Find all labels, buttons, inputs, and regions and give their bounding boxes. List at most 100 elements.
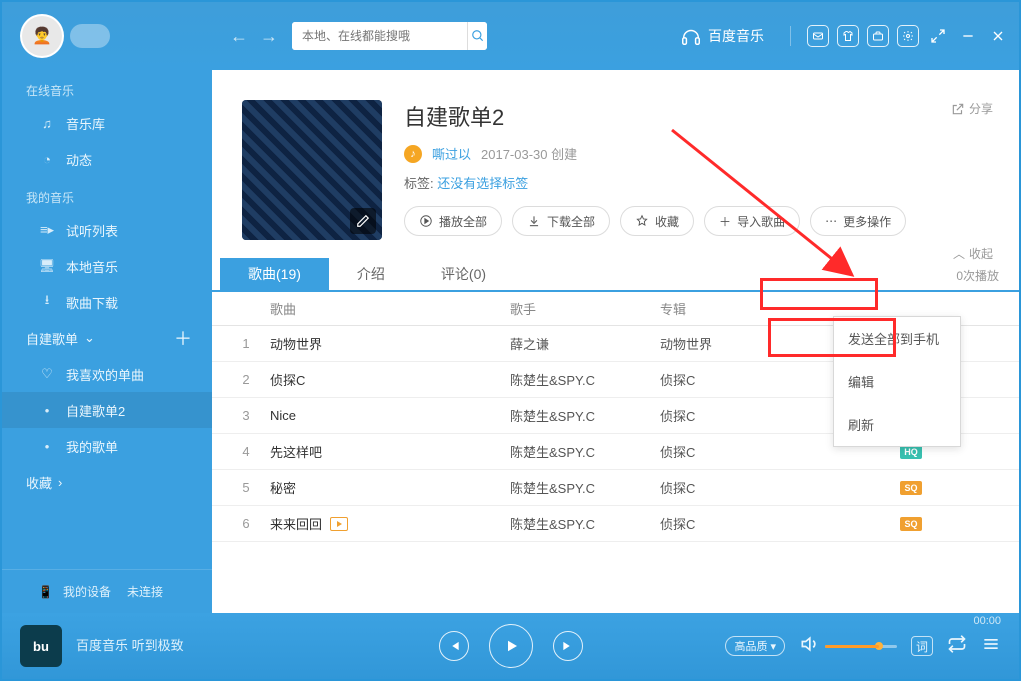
row-song: 秘密 — [270, 478, 510, 497]
row-artist: 陈楚生&SPY.C — [510, 442, 660, 461]
sidebar-item-feed[interactable]: ◔动态 — [2, 141, 212, 177]
shirt-icon[interactable] — [837, 25, 859, 47]
play-count: 0次播放 — [956, 267, 999, 284]
activity-icon: ◔ — [38, 152, 56, 167]
loop-button[interactable] — [947, 634, 967, 659]
row-song: 先这样吧 — [270, 442, 510, 461]
user-pill[interactable] — [70, 24, 110, 48]
list-play-icon: ≡▸ — [38, 222, 56, 238]
tab-comments[interactable]: 评论(0) — [413, 258, 514, 290]
brand-logo[interactable]: 百度音乐 — [680, 25, 764, 47]
row-index: 6 — [222, 516, 270, 531]
quality-badge: SQ — [900, 481, 922, 495]
favorite-button[interactable]: 收藏 — [620, 206, 694, 236]
chevron-right-icon: › — [58, 475, 62, 490]
row-song: 动物世界 — [270, 334, 510, 353]
prev-button[interactable] — [439, 631, 469, 661]
playlist-header: 分享 自建歌单2 ♪ 嘶过以 2017-03-30 创建 — [212, 70, 1019, 258]
menu-send-to-phone[interactable]: 发送全部到手机 — [834, 317, 960, 360]
main-content: 分享 自建歌单2 ♪ 嘶过以 2017-03-30 创建 — [212, 70, 1019, 613]
row-artist: 陈楚生&SPY.C — [510, 370, 660, 389]
plus-icon: ＋ — [719, 213, 731, 230]
menu-refresh[interactable]: 刷新 — [834, 403, 960, 446]
more-menu: 发送全部到手机 编辑 刷新 — [833, 316, 961, 447]
search-box — [292, 22, 487, 50]
chevron-down-icon: ▾ — [770, 640, 776, 653]
row-index: 3 — [222, 408, 270, 423]
mv-icon[interactable] — [330, 517, 348, 531]
sidebar-group-online: 在线音乐 — [2, 70, 212, 105]
quality-badge: SQ — [900, 517, 922, 531]
row-song: 来来回回 — [270, 514, 510, 533]
player-logo — [20, 625, 62, 667]
search-input[interactable] — [292, 22, 467, 50]
quality-button[interactable]: 高品质▾ — [725, 636, 785, 656]
playlist-button[interactable] — [981, 634, 1001, 659]
row-index: 1 — [222, 336, 270, 351]
row-artist: 陈楚生&SPY.C — [510, 478, 660, 497]
close-icon[interactable] — [987, 25, 1009, 47]
add-playlist-button[interactable]: ＋ — [174, 325, 192, 351]
row-index: 5 — [222, 480, 270, 495]
row-song: Nice — [270, 408, 510, 423]
playlist-title: 自建歌单2 — [404, 100, 906, 132]
next-button[interactable] — [553, 631, 583, 661]
tab-songs[interactable]: 歌曲(19) — [220, 258, 329, 290]
tag-label: 标签: — [404, 176, 434, 191]
player-bar: 00:00 百度音乐 听到极致 高品质▾ 词 — [2, 613, 1019, 679]
monitor-icon: 🖥 — [38, 258, 56, 274]
sidebar-group-fav[interactable]: 收藏› — [2, 464, 212, 500]
menu-edit[interactable]: 编辑 — [834, 360, 960, 403]
table-row[interactable]: 5秘密陈楚生&SPY.C侦探CSQ — [212, 470, 1019, 506]
sidebar-item-music-lib[interactable]: ♫音乐库 — [2, 105, 212, 141]
sidebar-device-status[interactable]: 📱 我的设备 未连接 — [2, 569, 212, 613]
nav-back[interactable]: ← — [230, 26, 248, 47]
play-all-button[interactable]: 播放全部 — [404, 206, 502, 236]
play-button[interactable] — [489, 624, 533, 668]
search-button[interactable] — [467, 22, 487, 50]
sidebar-item-listen[interactable]: ≡▸试听列表 — [2, 212, 212, 248]
phone-icon: 📱 — [38, 585, 53, 599]
sidebar-item-custom-2[interactable]: •自建歌单2 — [2, 392, 212, 428]
settings-icon[interactable] — [897, 25, 919, 47]
minimize-icon[interactable] — [957, 25, 979, 47]
sidebar: 在线音乐 ♫音乐库 ◔动态 我的音乐 ≡▸试听列表 🖥本地音乐 ⭳歌曲下载 自建… — [2, 70, 212, 613]
sidebar-item-download[interactable]: ⭳歌曲下载 — [2, 284, 212, 320]
playlist-cover — [242, 100, 382, 240]
tab-intro[interactable]: 介绍 — [329, 258, 413, 290]
sidebar-group-custom[interactable]: 自建歌单⌄ ＋ — [2, 320, 212, 356]
sidebar-item-my-playlist[interactable]: •我的歌单 — [2, 428, 212, 464]
ellipsis-icon: ⋯ — [825, 214, 837, 228]
sidebar-item-local[interactable]: 🖥本地音乐 — [2, 248, 212, 284]
download-all-button[interactable]: 下载全部 — [512, 206, 610, 236]
toolbox-icon[interactable] — [867, 25, 889, 47]
edit-cover-button[interactable] — [350, 208, 376, 234]
brand-text: 百度音乐 — [708, 26, 764, 46]
table-row[interactable]: 6来来回回陈楚生&SPY.C侦探CSQ — [212, 506, 1019, 542]
tabs: 歌曲(19) 介绍 评论(0) 0次播放 — [212, 258, 1019, 292]
avatar[interactable]: 🧑‍🦱 — [20, 14, 64, 58]
share-button[interactable]: 分享 — [951, 100, 993, 117]
import-songs-button[interactable]: ＋导入歌曲 — [704, 206, 800, 236]
col-song[interactable]: 歌曲 — [270, 299, 510, 318]
volume-icon[interactable] — [799, 634, 819, 659]
lyric-button[interactable]: 词 — [911, 636, 933, 656]
row-artist: 陈楚生&SPY.C — [510, 514, 660, 533]
row-song: 侦探C — [270, 370, 510, 389]
sidebar-item-fav-songs[interactable]: ♡我喜欢的单曲 — [2, 356, 212, 392]
author-badge-icon: ♪ — [404, 145, 422, 163]
playlist-author[interactable]: 嘶过以 — [432, 144, 471, 163]
heart-icon: ♡ — [38, 366, 56, 382]
bullet-icon: • — [38, 403, 56, 418]
col-artist[interactable]: 歌手 — [510, 299, 660, 318]
more-actions-button[interactable]: ⋯更多操作 — [810, 206, 906, 236]
row-album: 侦探C — [660, 514, 900, 533]
playlist-created: 2017-03-30 创建 — [481, 144, 577, 163]
chevron-down-icon: ⌄ — [84, 330, 95, 346]
tag-link[interactable]: 还没有选择标签 — [437, 176, 528, 191]
nav-forward[interactable]: → — [260, 26, 278, 47]
row-index: 2 — [222, 372, 270, 387]
mini-mode-icon[interactable] — [927, 25, 949, 47]
volume-slider[interactable] — [825, 645, 897, 648]
mail-icon[interactable] — [807, 25, 829, 47]
